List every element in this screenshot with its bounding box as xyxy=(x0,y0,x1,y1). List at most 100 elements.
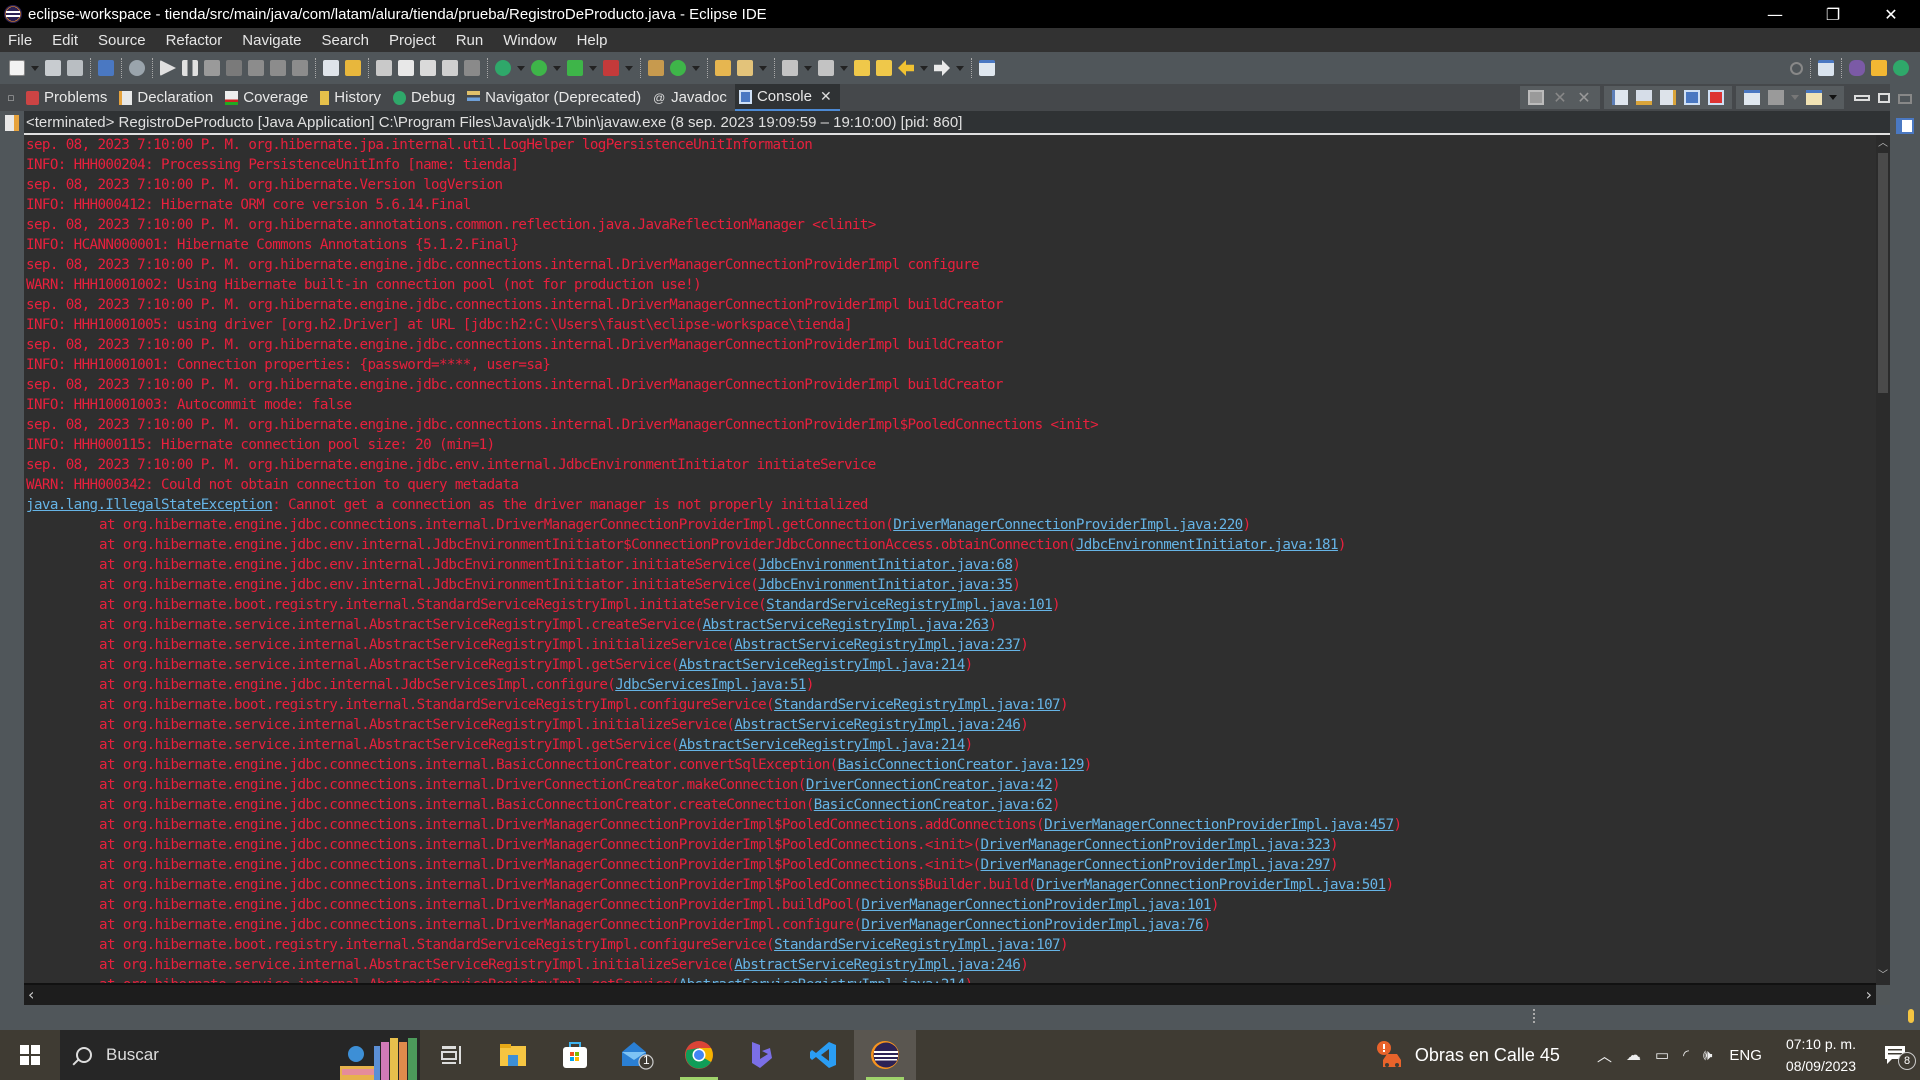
source-link[interactable]: JdbcEnvironmentInitiator.java:181 xyxy=(1076,537,1339,553)
show-hidden-icons-chevron-icon[interactable]: ︿ xyxy=(1597,1045,1612,1066)
skip-breakpoints-icon[interactable] xyxy=(129,60,145,76)
open-console-icon[interactable] xyxy=(1806,90,1822,105)
menu-run[interactable]: Run xyxy=(452,32,496,49)
new-icon[interactable] xyxy=(9,60,25,76)
battery-icon[interactable]: ▭ xyxy=(1655,1046,1669,1064)
coverage-dropdown-icon[interactable] xyxy=(589,65,597,71)
open-console-dropdown-icon[interactable] xyxy=(1829,95,1837,100)
source-link[interactable]: AbstractServiceRegistryImpl.java:214 xyxy=(679,657,966,673)
source-link[interactable]: DriverManagerConnectionProviderImpl.java… xyxy=(1044,817,1394,833)
tab-debug[interactable]: Debug xyxy=(389,84,463,111)
taskbar-chrome[interactable] xyxy=(668,1030,730,1080)
language-indicator[interactable]: ENG xyxy=(1729,1047,1762,1064)
disconnect-icon[interactable] xyxy=(226,60,242,76)
tab-javadoc[interactable]: @ Javadoc xyxy=(649,84,735,111)
forward-icon[interactable] xyxy=(934,60,950,76)
menu-edit[interactable]: Edit xyxy=(48,32,90,49)
debug-dropdown-icon[interactable] xyxy=(517,65,525,71)
tab-coverage[interactable]: Coverage xyxy=(221,84,316,111)
source-link[interactable]: BasicConnectionCreator.java:62 xyxy=(814,797,1053,813)
source-link[interactable]: DriverManagerConnectionProviderImpl.java… xyxy=(893,517,1243,533)
task-view-button[interactable] xyxy=(420,1030,482,1080)
scroll-right-icon[interactable]: › xyxy=(1866,985,1872,1004)
save-icon[interactable] xyxy=(45,60,61,76)
close-button[interactable]: ✕ xyxy=(1862,0,1920,28)
source-link[interactable]: DriverManagerConnectionProviderImpl.java… xyxy=(981,857,1331,873)
word-wrap-icon[interactable] xyxy=(1660,90,1676,105)
onedrive-cloud-icon[interactable]: ☁ xyxy=(1626,1046,1641,1064)
scrollbar-thumb[interactable] xyxy=(1878,153,1888,393)
display-console-icon[interactable] xyxy=(1768,90,1784,105)
minimize-view-icon[interactable] xyxy=(1854,94,1870,101)
horizontal-scrollbar[interactable]: ‹ › xyxy=(24,983,1876,1005)
pin-console-icon[interactable] xyxy=(1744,90,1760,105)
suspend-icon[interactable] xyxy=(182,60,198,76)
java-perspective-icon[interactable] xyxy=(1849,60,1865,76)
scroll-up-icon[interactable]: ︿ xyxy=(1876,137,1890,151)
toggle-block-selection-icon[interactable] xyxy=(420,60,436,76)
resume-icon[interactable] xyxy=(160,60,176,76)
show-console-stdout-icon[interactable] xyxy=(1684,90,1700,105)
exception-type-link[interactable]: java.lang.IllegalStateException xyxy=(26,497,273,513)
vertical-scrollbar[interactable]: ︿ ﹀ xyxy=(1876,135,1890,985)
source-link[interactable]: AbstractServiceRegistryImpl.java:214 xyxy=(679,737,966,753)
terminate-icon[interactable] xyxy=(1528,90,1544,105)
debug-icon[interactable] xyxy=(495,60,511,76)
taskbar-vscode[interactable] xyxy=(792,1030,854,1080)
source-link[interactable]: BasicConnectionCreator.java:129 xyxy=(838,757,1085,773)
new-class-dropdown-icon[interactable] xyxy=(692,65,700,71)
source-link[interactable]: JdbcEnvironmentInitiator.java:35 xyxy=(758,577,1013,593)
open-type-icon[interactable] xyxy=(715,60,731,76)
step-over-icon[interactable] xyxy=(270,60,286,76)
source-link[interactable]: DriverConnectionCreator.java:42 xyxy=(806,777,1053,793)
back-dropdown-icon[interactable] xyxy=(920,65,928,71)
source-link[interactable]: DriverManagerConnectionProviderImpl.java… xyxy=(981,837,1331,853)
source-link[interactable]: StandardServiceRegistryImpl.java:107 xyxy=(774,697,1061,713)
package-explorer-icon[interactable] xyxy=(5,115,19,131)
minimize-button[interactable]: — xyxy=(1746,0,1804,28)
forward-dropdown-icon[interactable] xyxy=(956,65,964,71)
tip-icon[interactable] xyxy=(1908,1009,1914,1023)
source-link[interactable]: AbstractServiceRegistryImpl.java:263 xyxy=(703,617,990,633)
debug-perspective-icon[interactable] xyxy=(1893,60,1909,76)
menu-help[interactable]: Help xyxy=(573,32,620,49)
external-tools-icon[interactable] xyxy=(603,60,619,76)
clear-console-icon[interactable] xyxy=(1612,90,1628,105)
resource-perspective-icon[interactable] xyxy=(1871,60,1887,76)
outline-view-icon[interactable] xyxy=(1896,118,1914,134)
taskbar-microsoft-store[interactable] xyxy=(544,1030,606,1080)
previous-annotation-dropdown-icon[interactable] xyxy=(840,65,848,71)
tab-history[interactable]: History xyxy=(316,84,389,111)
clock[interactable]: 07:10 p. m. 08/09/2023 xyxy=(1786,1033,1856,1077)
menu-file[interactable]: File xyxy=(4,32,44,49)
menu-source[interactable]: Source xyxy=(94,32,158,49)
menu-refactor[interactable]: Refactor xyxy=(162,32,235,49)
remove-launch-icon[interactable]: ✕ xyxy=(1552,90,1568,106)
new-class-icon[interactable] xyxy=(670,60,686,76)
notification-center-button[interactable]: 8 xyxy=(1870,1030,1920,1080)
previous-annotation-icon[interactable] xyxy=(818,60,834,76)
restore-view-icon[interactable] xyxy=(1898,94,1912,104)
source-link[interactable]: JdbcServicesImpl.java:51 xyxy=(615,677,806,693)
next-annotation-dropdown-icon[interactable] xyxy=(804,65,812,71)
source-link[interactable]: AbstractServiceRegistryImpl.java:246 xyxy=(734,957,1021,973)
close-tab-icon[interactable]: ✕ xyxy=(820,88,832,105)
tab-problems[interactable]: Problems xyxy=(22,84,115,111)
last-edit-location-icon[interactable] xyxy=(854,60,870,76)
forward-edit-icon[interactable] xyxy=(876,60,892,76)
menu-navigate[interactable]: Navigate xyxy=(238,32,313,49)
console-output[interactable]: sep. 08, 2023 7:10:00 P. M. org.hibernat… xyxy=(24,135,1876,985)
display-console-dropdown-icon[interactable] xyxy=(1791,95,1799,100)
scroll-down-icon[interactable]: ﹀ xyxy=(1876,969,1890,983)
remove-all-terminated-icon[interactable]: ✕ xyxy=(1576,90,1592,106)
pin-editor-icon[interactable] xyxy=(979,60,995,76)
source-link[interactable]: StandardServiceRegistryImpl.java:101 xyxy=(766,597,1053,613)
mark-occurrences-icon[interactable] xyxy=(398,60,414,76)
tab-navigator[interactable]: Navigator (Deprecated) xyxy=(463,84,649,111)
restore-left-icon[interactable]: ▫ xyxy=(0,84,22,111)
search-dropdown-icon[interactable] xyxy=(759,65,767,71)
menu-search[interactable]: Search xyxy=(317,32,381,49)
volume-icon[interactable]: 🕪 xyxy=(1703,1047,1712,1064)
maximize-view-icon[interactable] xyxy=(1878,92,1890,103)
tab-declaration[interactable]: Declaration xyxy=(115,84,221,111)
